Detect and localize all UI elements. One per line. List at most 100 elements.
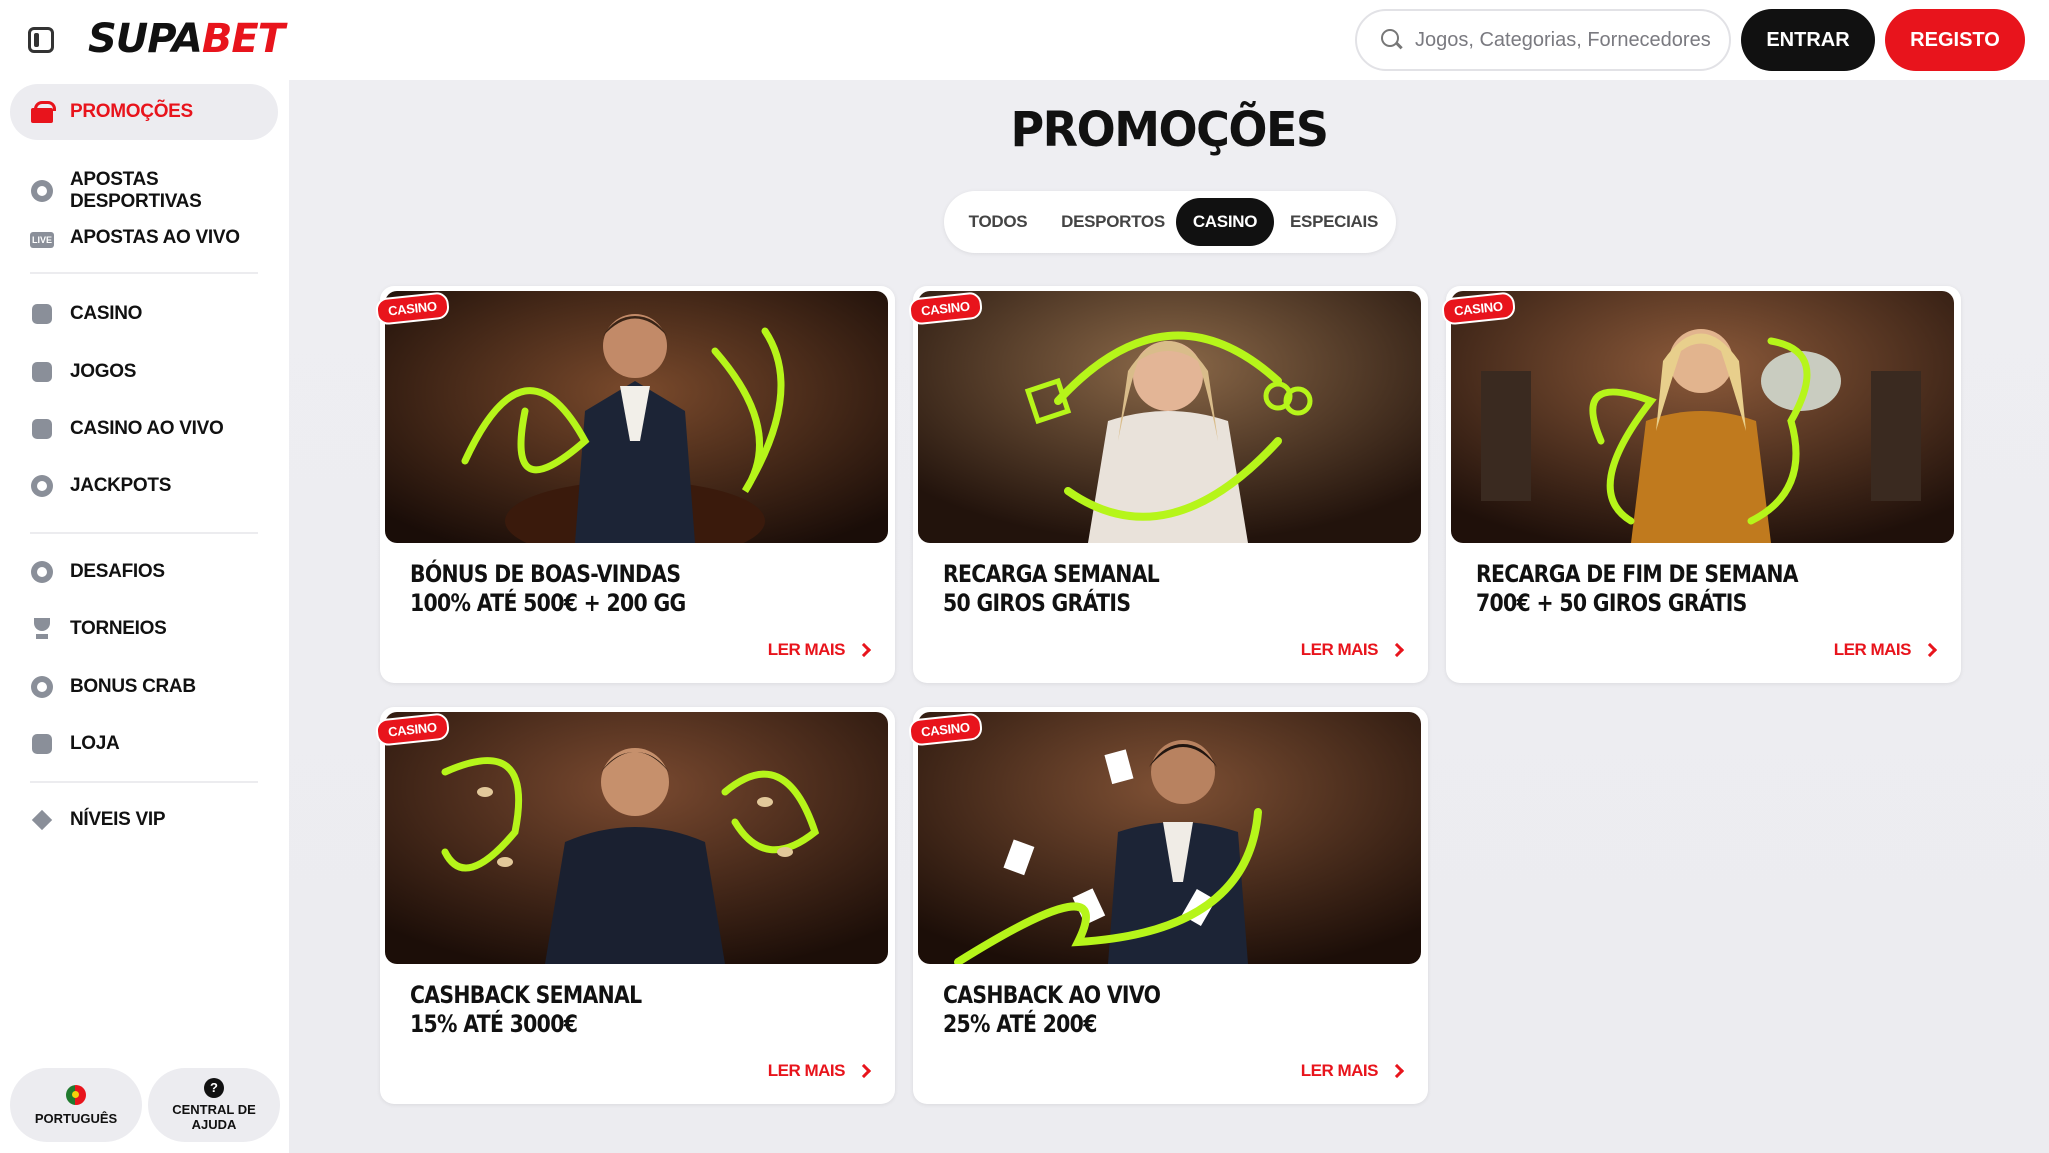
promo-card[interactable]: CASINO CASHBACK AO VIVO 25% ATÉ 200€ LER… <box>907 707 1428 1104</box>
read-more-link[interactable]: LER MAIS <box>1300 1061 1405 1081</box>
promo-title-line1: RECARGA DE FIM DE SEMANA <box>1476 560 1799 588</box>
read-more-link[interactable]: LER MAIS <box>1300 640 1405 660</box>
promo-title-line1: RECARGA SEMANAL <box>943 560 1160 588</box>
promo-title: RECARGA SEMANAL 50 GIROS GRÁTIS <box>943 560 1160 618</box>
portugal-flag-icon <box>66 1084 86 1105</box>
sidebar-item-apostas-desportivas[interactable]: APOSTAS DESPORTIVAS <box>10 166 278 216</box>
slot-777-icon <box>30 302 54 326</box>
read-more-link[interactable]: LER MAIS <box>767 1061 872 1081</box>
promo-title-line2: 25% ATÉ 200€ <box>943 1010 1097 1038</box>
promo-card[interactable]: CASINO BÓNUS DE BOAS-VINDAS 100% ATÉ 500… <box>374 286 895 683</box>
tab-especiais[interactable]: ESPECIAIS <box>1280 198 1388 246</box>
promo-filter-tabs: TODOS DESPORTOS CASINO ESPECIAIS <box>944 191 1396 253</box>
crab-icon <box>30 675 54 699</box>
language-label: PORTUGUÊS <box>34 1110 118 1126</box>
promo-title: BÓNUS DE BOAS-VINDAS 100% ATÉ 500€ + 200… <box>410 560 686 618</box>
search-input[interactable] <box>1415 28 1715 52</box>
promo-title: CASHBACK SEMANAL 15% ATÉ 3000€ <box>410 981 642 1039</box>
promo-image-dealer <box>385 291 888 543</box>
slot-machine-icon <box>30 360 54 384</box>
main-content: PROMOÇÕES TODOS DESPORTOS CASINO ESPECIA… <box>289 80 2049 1153</box>
sidebar: PROMOÇÕES APOSTAS DESPORTIVAS LIVE APOST… <box>0 80 289 1153</box>
sidebar-item-label: JOGOS <box>70 361 137 382</box>
logo-text-supa: SUPA <box>88 16 203 62</box>
sidebar-item-label: CASINO AO VIVO <box>70 418 224 439</box>
promo-card[interactable]: CASINO CASHBACK SEMANAL 15% ATÉ 3000€ LE… <box>374 707 895 1104</box>
logo-text-bet: BET <box>201 16 285 62</box>
chevron-right-icon <box>1922 642 1938 658</box>
sidebar-item-label: TORNEIOS <box>70 618 167 639</box>
sidebar-item-apostas-ao-vivo[interactable]: LIVE APOSTAS AO VIVO <box>10 222 278 254</box>
sidebar-divider <box>30 781 258 783</box>
login-button[interactable]: ENTRAR <box>1741 9 1875 71</box>
promo-card[interactable]: CASINO RECARGA DE FIM DE SEMANA 700€ + 5… <box>1440 286 1961 683</box>
promo-title-line2: 15% ATÉ 3000€ <box>410 1010 578 1038</box>
sidebar-toggle-icon[interactable] <box>28 27 54 53</box>
sidebar-item-label: PROMOÇÕES <box>70 101 193 122</box>
help-center-button[interactable]: ? CENTRAL DE AJUDA <box>148 1068 280 1142</box>
sidebar-divider <box>30 272 258 274</box>
language-button[interactable]: PORTUGUÊS <box>10 1068 142 1142</box>
register-button[interactable]: REGISTO <box>1885 9 2025 71</box>
promo-title: CASHBACK AO VIVO 25% ATÉ 200€ <box>943 981 1161 1039</box>
trophy-icon <box>30 617 54 641</box>
challenge-badge-icon <box>30 560 54 584</box>
promo-title-line2: 100% ATÉ 500€ + 200 GG <box>410 589 686 617</box>
chevron-right-icon <box>1389 642 1405 658</box>
chevron-right-icon <box>1389 1063 1405 1079</box>
clover-icon <box>30 474 54 498</box>
sidebar-item-niveis-vip[interactable]: NÍVEIS VIP <box>10 804 278 836</box>
promo-image-live-cashback <box>918 712 1421 964</box>
chevron-right-icon <box>856 1063 872 1079</box>
sidebar-item-label: NÍVEIS VIP <box>70 809 166 830</box>
search-box[interactable] <box>1355 9 1731 71</box>
promo-image-cashback <box>385 712 888 964</box>
promo-card[interactable]: CASINO RECARGA SEMANAL 50 GIROS GRÁTIS L… <box>907 286 1428 683</box>
tab-casino[interactable]: CASINO <box>1176 198 1274 246</box>
promo-title-line2: 700€ + 50 GIROS GRÁTIS <box>1476 589 1747 617</box>
sidebar-item-promocoes[interactable]: PROMOÇÕES <box>10 84 278 140</box>
sidebar-item-loja[interactable]: LOJA <box>10 728 278 760</box>
sidebar-item-desafios[interactable]: DESAFIOS <box>10 556 278 588</box>
read-more-label: LER MAIS <box>1300 1061 1379 1080</box>
help-label: CENTRAL DE AJUDA <box>172 1102 256 1132</box>
help-icon: ? <box>204 1078 224 1098</box>
playing-card-icon <box>30 417 54 441</box>
promo-title-line2: 50 GIROS GRÁTIS <box>943 589 1131 617</box>
promo-title-line1: CASHBACK AO VIVO <box>943 981 1161 1009</box>
supabet-logo[interactable]: SUPABET <box>88 16 285 62</box>
sidebar-item-casino-ao-vivo[interactable]: CASINO AO VIVO <box>10 413 278 445</box>
promo-image-weekend <box>1451 291 1954 543</box>
sidebar-item-jackpots[interactable]: JACKPOTS <box>10 470 278 502</box>
page-title: PROMOÇÕES <box>1010 100 1329 158</box>
shopping-bag-icon <box>30 732 54 756</box>
promo-image-reload <box>918 291 1421 543</box>
top-header: SUPABET ENTRAR REGISTO <box>0 0 2049 80</box>
sidebar-item-label: CASINO <box>70 303 143 324</box>
search-icon <box>1381 29 1403 51</box>
read-more-link[interactable]: LER MAIS <box>1833 640 1938 660</box>
diamond-icon <box>30 808 54 832</box>
promo-title: RECARGA DE FIM DE SEMANA 700€ + 50 GIROS… <box>1476 560 1799 618</box>
chevron-right-icon <box>856 642 872 658</box>
read-more-label: LER MAIS <box>767 640 846 659</box>
sidebar-item-label: DESAFIOS <box>70 561 165 582</box>
read-more-label: LER MAIS <box>1300 640 1379 659</box>
sidebar-item-bonus-crab[interactable]: BONUS CRAB <box>10 671 278 703</box>
read-more-link[interactable]: LER MAIS <box>767 640 872 660</box>
read-more-label: LER MAIS <box>1833 640 1912 659</box>
promo-title-line1: CASHBACK SEMANAL <box>410 981 642 1009</box>
sidebar-item-label: APOSTAS DESPORTIVAS <box>70 169 202 212</box>
sidebar-item-jogos[interactable]: JOGOS <box>10 356 278 388</box>
live-icon: LIVE <box>30 232 54 248</box>
sidebar-item-label: LOJA <box>70 733 120 754</box>
tab-todos[interactable]: TODOS <box>954 198 1042 246</box>
promo-title-line1: BÓNUS DE BOAS-VINDAS <box>410 560 681 588</box>
gift-icon <box>30 100 56 124</box>
read-more-label: LER MAIS <box>767 1061 846 1080</box>
sidebar-item-torneios[interactable]: TORNEIOS <box>10 613 278 645</box>
tab-desportos[interactable]: DESPORTOS <box>1048 198 1178 246</box>
soccer-ball-icon <box>30 179 54 203</box>
sidebar-item-casino[interactable]: CASINO <box>10 298 278 330</box>
sidebar-item-label: APOSTAS AO VIVO <box>70 227 240 248</box>
